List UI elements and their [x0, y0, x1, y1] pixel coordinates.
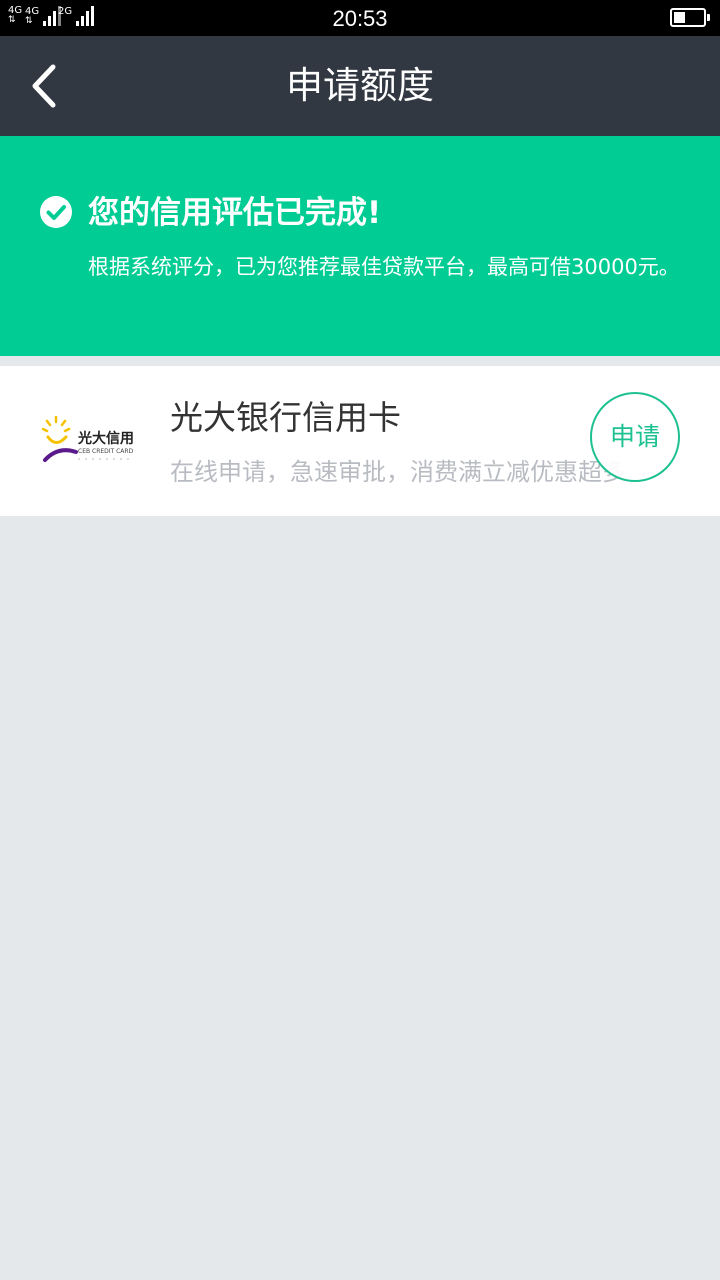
battery-icon: [670, 8, 710, 27]
assessment-banner: [0, 136, 720, 356]
battery-fill: [674, 12, 685, 23]
page-title: 申请额度: [286, 64, 434, 107]
ceb-credit-card-logo: 光大信用卡 CEB CREDIT CARD: [42, 416, 134, 462]
logo-subtext: CEB CREDIT CARD: [78, 448, 134, 455]
sun-rays-icon: [42, 416, 71, 444]
logo-text: 光大信用卡: [77, 430, 134, 447]
banner-title: 您的信用评估已完成!: [88, 195, 382, 231]
loan-card[interactable]: 光大信用卡 CEB CREDIT CARD 光大银行信用卡 在线申请，急速审批，…: [0, 366, 720, 516]
apply-button[interactable]: 申请: [590, 392, 680, 482]
check-circle-icon: [40, 196, 72, 228]
status-bar: 4G ⇅ 4G ⇅ 2G 20:53: [0, 0, 720, 36]
nav-bar: 申请额度: [0, 36, 720, 136]
card-title: 光大银行信用卡: [170, 398, 401, 437]
banner-description: 根据系统评分，已为您推荐最佳贷款平台，最高可借30000元。: [88, 255, 680, 279]
page: 4G ⇅ 4G ⇅ 2G 20:53 申请额度 您的信用评估已完成! 根据系统评…: [0, 0, 720, 1280]
status-time: 20:53: [332, 6, 388, 31]
